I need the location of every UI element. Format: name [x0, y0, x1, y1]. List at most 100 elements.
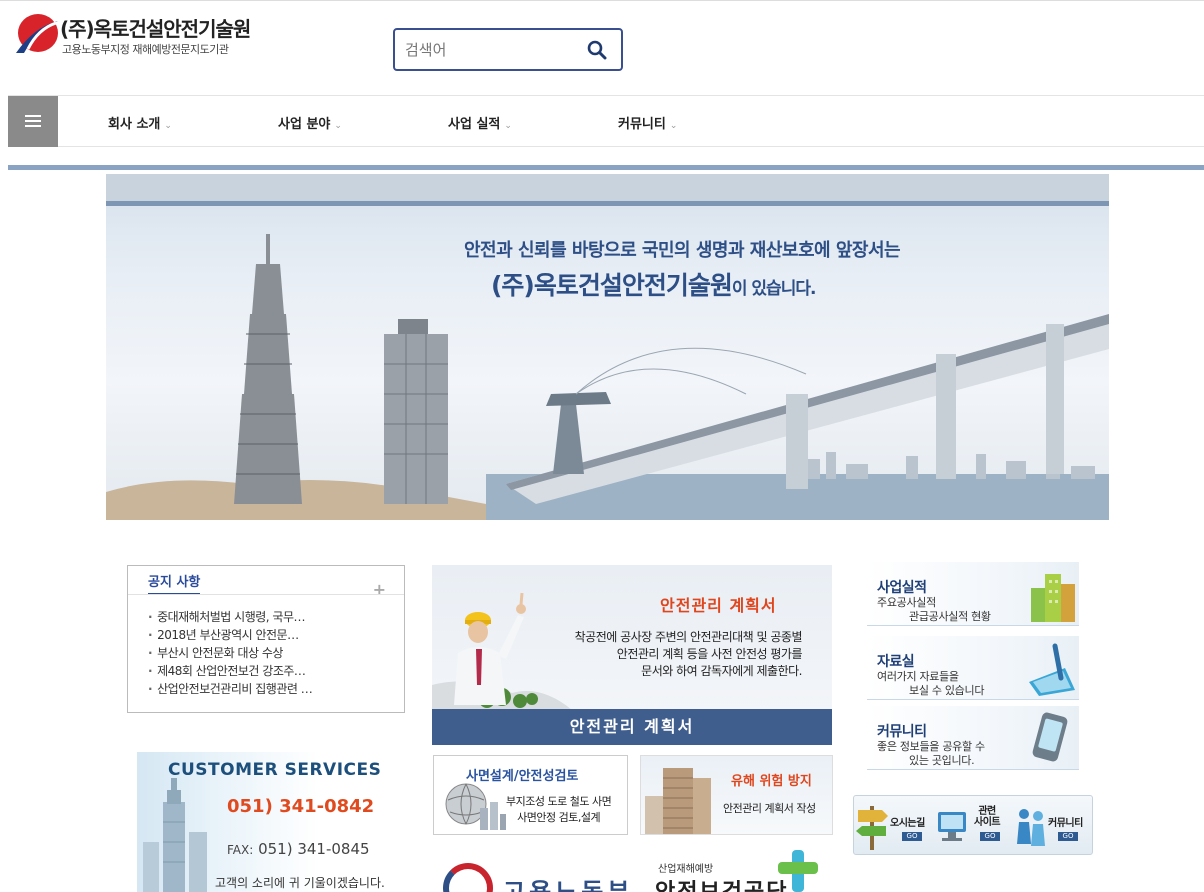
safety-plan-title: 안전관리 계획서 — [660, 596, 777, 615]
phone-number[interactable]: 051) 341-0842 — [227, 796, 374, 817]
side-link-community[interactable]: 커뮤니티 좋은 정보들을 공유할 수 있는 곳입니다. — [867, 706, 1079, 770]
company-tagline: 고용노동부지정 재해예방전문지도기관 — [62, 43, 229, 56]
divider — [128, 594, 404, 595]
slope-design-description: 부지조성 도로 철도 사면 사면안정 검토,설계 — [506, 794, 612, 826]
kosha-cross-icon — [778, 850, 818, 892]
side-link-title: 커뮤니티 — [877, 724, 927, 740]
search-icon[interactable] — [587, 40, 607, 60]
side-link-description: 여러가지 자료들을 보실 수 있습니다 — [877, 670, 984, 698]
notice-title[interactable]: 공지 사항 — [148, 571, 201, 595]
chevron-down-icon: ⌄ — [164, 121, 172, 131]
quick-link-related-sites[interactable]: 관련 사이트 GO — [934, 802, 1014, 850]
side-link-title: 사업실적 — [877, 580, 927, 596]
divider — [8, 165, 1204, 170]
banner-company-suffix: 이 있습니다. — [731, 279, 817, 299]
list-item[interactable]: 제48회 산업안전보건 강조주… — [148, 662, 312, 680]
list-item[interactable]: 2018년 부산광역시 안전문… — [148, 626, 312, 644]
company-name: (주)옥토건설안전기술원 — [60, 17, 251, 41]
description-line: 좋은 정보들을 공유할 수 — [877, 740, 985, 753]
menu-bar — [25, 125, 41, 127]
hazard-prevention-title: 유해 위험 방지 — [731, 774, 812, 789]
go-badge: GO — [902, 832, 922, 841]
side-link-title: 자료실 — [877, 654, 915, 670]
pen-tablet-icon — [1029, 643, 1075, 696]
quick-link-directions[interactable]: 오시는길 GO — [856, 802, 936, 850]
chevron-down-icon: ⌄ — [669, 121, 678, 131]
list-item[interactable]: 부산시 안전문화 대상 수상 — [148, 644, 312, 662]
nav-item-label: 사업 실적 — [448, 117, 501, 132]
quick-link-community[interactable]: 커뮤니티 GO — [1014, 802, 1094, 850]
nav-item-label: 사업 분야 — [278, 117, 331, 132]
description-line: 안전관리 계획 등을 사전 안전성 평가를 — [616, 647, 803, 661]
quick-links: 오시는길 GO 관련 사이트 GO 커뮤니티 GO — [853, 795, 1093, 855]
nav-item-company[interactable]: 회사 소개 ⌄ — [108, 113, 172, 132]
main-nav: 회사 소개 ⌄ 사업 분야 ⌄ 사업 실적 ⌄ 커뮤니티 ⌄ — [8, 95, 1204, 147]
chevron-down-icon: ⌄ — [334, 121, 342, 131]
side-link-results[interactable]: 사업실적 주요공사실적 관급공사실적 현황 — [867, 562, 1079, 626]
search-input[interactable] — [405, 38, 575, 62]
label-line: 관련 — [978, 806, 996, 817]
description-line: 보실 수 있습니다 — [909, 684, 985, 697]
hero-banner: 안전과 신뢰를 바탕으로 국민의 생명과 재산보호에 앞장서는 (주)옥토건설안… — [106, 174, 1109, 520]
description-line: 착공전에 공사장 주변의 안전관리대책 및 공종별 — [574, 630, 803, 644]
menu-toggle-button[interactable] — [8, 96, 58, 147]
moel-logo-icon[interactable] — [443, 863, 493, 892]
banner-headline: 안전과 신뢰를 바탕으로 국민의 생명과 재산보호에 앞장서는 — [464, 240, 901, 261]
go-badge: GO — [980, 832, 1000, 841]
list-item[interactable]: 산업안전보건관리비 집행관련 … — [148, 680, 313, 698]
notice-list: 중대재해처벌법 시행령, 국무… 2018년 부산광역시 안전문… 부산시 안전… — [148, 608, 313, 698]
quick-link-label: 관련 사이트 — [974, 806, 1001, 828]
description-line: 문서와 하여 감독자에게 제출한다. — [641, 664, 802, 678]
kosha-logo-text[interactable]: 안전보건공단 — [655, 874, 788, 892]
moel-logo-text[interactable]: 고용노동부 — [503, 872, 633, 892]
description-line: 사면안정 검토,설계 — [517, 811, 601, 824]
menu-bar — [25, 115, 41, 117]
safety-plan-button[interactable]: 안전관리 계획서 — [432, 709, 832, 745]
more-plus-icon[interactable]: + — [373, 580, 386, 599]
side-link-archive[interactable]: 자료실 여러가지 자료들을 보실 수 있습니다 — [867, 636, 1079, 700]
description-line: 주요공사실적 — [877, 596, 936, 609]
banner-company-line: (주)옥토건설안전기술원이 있습니다. — [491, 266, 817, 302]
slope-design-card[interactable]: 사면설계/안전성검토 부지조성 도로 철도 사면 사면안정 검토,설계 — [433, 755, 628, 835]
signpost-icon — [856, 806, 888, 850]
fax-label: FAX: — [227, 843, 254, 857]
quick-link-label: 커뮤니티 — [1048, 818, 1083, 829]
chevron-down-icon: ⌄ — [504, 121, 512, 131]
customer-services-panel: CUSTOMER SERVICES 051) 341-0842 FAX: 051… — [137, 752, 397, 892]
fax-value: 051) 341-0845 — [258, 840, 370, 858]
menu-bar — [25, 120, 41, 122]
description-line: 있는 곳입니다. — [909, 754, 975, 767]
go-badge: GO — [1058, 832, 1078, 841]
nav-item-label: 회사 소개 — [108, 117, 161, 132]
description-line: 부지조성 도로 철도 사면 — [506, 795, 612, 808]
quick-link-label: 오시는길 — [890, 818, 925, 829]
mobile-phone-icon — [1032, 712, 1068, 762]
company-logo[interactable]: (주)옥토건설안전기술원 고용노동부지정 재해예방전문지도기관 — [14, 11, 254, 57]
search-box — [393, 28, 623, 71]
banner-illustration — [106, 234, 1109, 520]
hazard-prevention-card[interactable]: 유해 위험 방지 안전관리 계획서 작성 — [640, 755, 833, 835]
safety-plan-description: 착공전에 공사장 주변의 안전관리대책 및 공종별 안전관리 계획 등을 사전 … — [542, 629, 803, 680]
customer-voice-text: 고객의 소리에 귀 기울이겠습니다. — [215, 876, 385, 890]
banner-company-name: (주)옥토건설안전기술원 — [491, 271, 733, 300]
nav-item-community[interactable]: 커뮤니티 ⌄ — [618, 113, 677, 132]
monitor-icon — [938, 812, 966, 841]
notice-board: 공지 사항 + 중대재해처벌법 시행령, 국무… 2018년 부산광역시 안전문… — [127, 565, 405, 713]
people-icon — [1017, 809, 1045, 846]
nav-item-label: 커뮤니티 — [618, 117, 666, 132]
buildings-icon — [1031, 574, 1075, 622]
hazard-prevention-description: 안전관리 계획서 작성 — [723, 802, 816, 815]
nav-item-business[interactable]: 사업 분야 ⌄ — [278, 113, 342, 132]
partner-logos: 고용노동부 산업재해예방 안전보건공단 — [433, 850, 833, 892]
kosha-logo-subtext: 산업재해예방 — [658, 864, 714, 875]
slope-design-title: 사면설계/안전성검토 — [466, 769, 579, 784]
safety-plan-panel[interactable]: 안전관리 계획서 착공전에 공사장 주변의 안전관리대책 및 공종별 안전관리 … — [432, 565, 832, 745]
customer-services-title: CUSTOMER SERVICES — [168, 760, 382, 780]
site-header: (주)옥토건설안전기술원 고용노동부지정 재해예방전문지도기관 — [0, 0, 1204, 95]
logo-mark-icon — [16, 14, 58, 53]
list-item[interactable]: 중대재해처벌법 시행령, 국무… — [148, 608, 312, 626]
description-line: 관급공사실적 현황 — [909, 610, 991, 623]
side-link-description: 주요공사실적 관급공사실적 현황 — [877, 596, 991, 624]
nav-item-results[interactable]: 사업 실적 ⌄ — [448, 113, 512, 132]
building-illustration — [645, 768, 711, 834]
